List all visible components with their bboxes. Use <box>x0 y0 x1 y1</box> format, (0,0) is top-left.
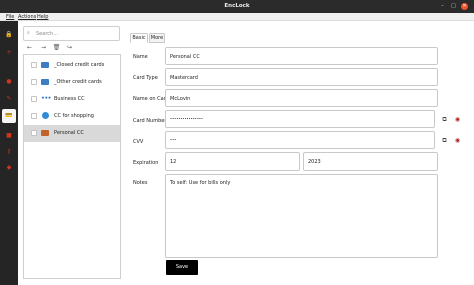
list-item[interactable]: _Other credit cards <box>24 74 120 91</box>
row-checkbox[interactable] <box>31 96 37 102</box>
search-icon: ⌕ <box>27 30 30 36</box>
note-icon[interactable]: ✎ <box>5 95 13 103</box>
expiration-month-value: 12 <box>170 159 177 165</box>
shield-icon[interactable]: ◆ <box>5 164 13 172</box>
row-checkbox[interactable] <box>31 79 37 85</box>
window-title: EncLock <box>224 3 250 9</box>
name-on-card-value: McLovin <box>170 96 191 102</box>
card-number-value: •••••••••••••••• <box>170 117 204 121</box>
person-icon[interactable]: ● <box>5 78 13 86</box>
expiration-year-value: 2023 <box>308 159 321 165</box>
save-button[interactable]: Save <box>166 260 198 275</box>
lock-icon[interactable]: 🔒 <box>5 31 13 39</box>
card-type-value: Mastercard <box>170 75 198 81</box>
notes-field[interactable]: To self: Use for bills only <box>165 174 438 258</box>
name-field[interactable]: Personal CC <box>165 47 438 65</box>
card-type-label: Card Type <box>133 75 158 81</box>
search-box: ⌕ <box>23 26 120 41</box>
credit-card-icon[interactable]: 💳 <box>2 109 16 123</box>
item-list: _Closed credit cards _Other credit cards… <box>23 54 121 279</box>
cvv-label: CVV <box>133 139 144 145</box>
title-bar: EncLock – □ ✕ <box>0 0 474 13</box>
list-item[interactable]: _Closed credit cards <box>24 57 120 74</box>
list-item-label: _Closed credit cards <box>54 62 105 68</box>
menu-file[interactable]: File <box>6 14 14 20</box>
menu-help[interactable]: Help <box>37 14 48 20</box>
credit-card-icon <box>41 129 50 137</box>
copy-icon[interactable]: ⧉ <box>440 115 449 124</box>
menu-bar: File Actions Help <box>0 13 474 21</box>
row-checkbox[interactable] <box>31 62 37 68</box>
expiration-month-field[interactable]: 12 <box>165 152 300 171</box>
minimize-button[interactable]: – <box>439 3 446 10</box>
maximize-button[interactable]: □ <box>450 3 457 10</box>
notes-value: To self: Use for bills only <box>170 180 231 186</box>
key-icon[interactable]: ⚷ <box>5 148 13 156</box>
name-on-card-field[interactable]: McLovin <box>165 89 438 107</box>
folder-icon <box>41 78 50 86</box>
copy-icon[interactable]: ⧉ <box>440 136 449 145</box>
card-type-field[interactable]: Mastercard <box>165 68 438 86</box>
folder-icon <box>41 61 50 69</box>
card-number-label: Card Number <box>133 118 167 124</box>
add-icon[interactable]: + <box>5 49 13 57</box>
list-item-label: CC for shopping <box>54 113 94 119</box>
cvv-field[interactable]: ••• <box>165 131 435 149</box>
list-item-label: Personal CC <box>54 130 84 136</box>
list-item[interactable]: ••• Business CC <box>24 91 120 108</box>
row-checkbox[interactable] <box>31 130 37 136</box>
card-number-field[interactable]: •••••••••••••••• <box>165 110 435 128</box>
list-item-label: Business CC <box>54 96 85 102</box>
tab-basic[interactable]: Basic <box>130 33 148 43</box>
eye-icon[interactable]: ◉ <box>453 115 462 124</box>
search-input[interactable] <box>36 29 116 39</box>
cvv-value: ••• <box>170 138 177 142</box>
category-rail: 🔒 + ● ✎ 💳 ■ ⚷ ◆ <box>0 21 18 285</box>
tab-more[interactable]: More <box>149 33 165 43</box>
list-item[interactable]: CC for shopping <box>24 108 120 125</box>
dots-icon: ••• <box>41 95 52 102</box>
forward-arrow-icon[interactable]: → <box>39 43 48 52</box>
list-item-label: _Other credit cards <box>54 79 102 85</box>
row-checkbox[interactable] <box>31 113 37 119</box>
name-on-card-label: Name on Card <box>133 96 169 102</box>
back-arrow-icon[interactable]: ← <box>25 43 34 52</box>
list-item-selected[interactable]: Personal CC <box>24 125 120 142</box>
name-value: Personal CC <box>170 54 200 60</box>
menu-actions[interactable]: Actions <box>18 14 36 20</box>
document-icon[interactable]: ■ <box>5 132 13 140</box>
close-button[interactable]: ✕ <box>461 3 468 10</box>
notes-label: Notes <box>133 180 148 186</box>
trash-icon[interactable]: 🗑 <box>52 43 61 52</box>
eye-icon[interactable]: ◉ <box>453 136 462 145</box>
expiration-label: Expiration <box>133 160 159 166</box>
name-label: Name <box>133 54 148 60</box>
move-icon[interactable]: ↪ <box>65 43 74 52</box>
expiration-year-field[interactable]: 2023 <box>303 152 438 171</box>
globe-icon <box>41 112 50 120</box>
